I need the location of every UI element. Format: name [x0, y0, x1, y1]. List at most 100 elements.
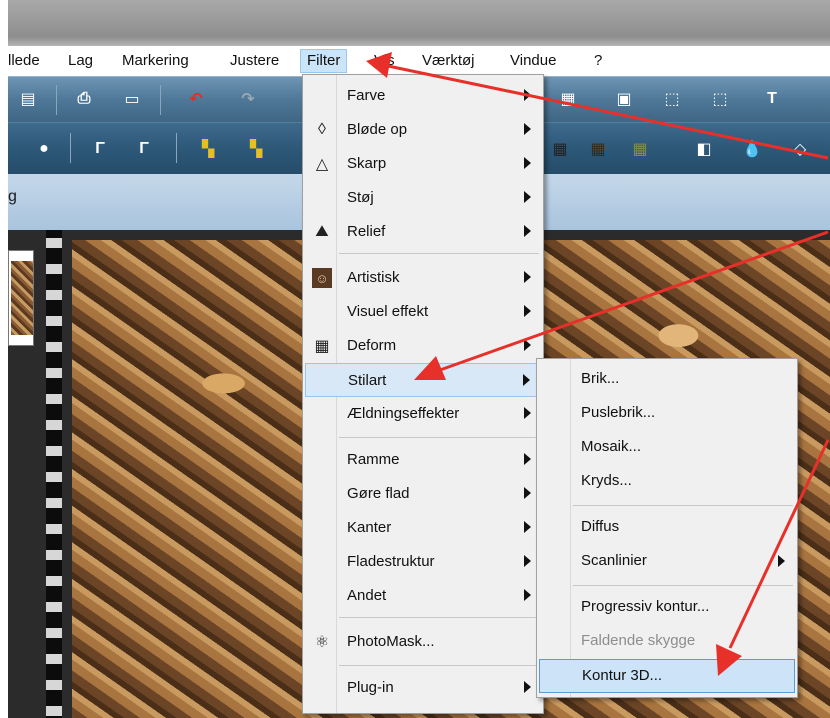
menu-selection[interactable]: Markering	[122, 50, 189, 72]
menu-item-label: Ældningseffekter	[347, 405, 460, 422]
contrast-icon[interactable]: ◧	[692, 137, 716, 161]
filter-item-surface-texture[interactable]: Fladestruktur	[305, 545, 541, 579]
submenu-arrow-icon	[524, 487, 531, 499]
style-item-puzzle[interactable]: Puslebrik...	[539, 397, 795, 431]
menu-item-label: Kanter	[347, 519, 392, 536]
submenu-arrow-icon	[524, 339, 531, 351]
photomask-icon: ⚛	[314, 634, 330, 651]
style-submenu: Brik... Puslebrik... Mosaik... Kryds... …	[536, 358, 798, 698]
text-icon[interactable]: T	[760, 87, 784, 111]
submenu-arrow-icon	[778, 555, 785, 567]
menu-item-label: Scanlinier	[581, 552, 647, 569]
menu-help[interactable]: ?	[594, 50, 602, 72]
filter-item-blur[interactable]: ◊ Bløde op	[305, 113, 541, 147]
filter-item-deform[interactable]: ▦ Deform	[305, 329, 541, 363]
filter-item-other[interactable]: Andet	[305, 579, 541, 613]
toolbar-separator	[176, 133, 177, 163]
filter-item-photomask[interactable]: ⚛ PhotoMask...	[305, 625, 541, 659]
texture-icon[interactable]: ▦	[628, 137, 652, 161]
menu-item-label: Diffus	[581, 518, 620, 535]
filter-item-frame[interactable]: Ramme	[305, 443, 541, 477]
style-item-contour-3d[interactable]: Kontur 3D...	[539, 659, 795, 693]
drop-icon[interactable]: 💧	[740, 137, 764, 161]
filter-item-aging[interactable]: Ældningseffekter	[305, 397, 541, 431]
menu-item-label: Støj	[347, 189, 374, 206]
menu-separator	[339, 665, 539, 666]
menu-filter[interactable]: Filter	[300, 49, 348, 73]
menu-adjust[interactable]: Justere	[230, 50, 279, 72]
menu-image[interactable]: llede	[8, 50, 40, 72]
title-bar	[8, 0, 830, 46]
style-item-mosaic[interactable]: Mosaik...	[539, 431, 795, 465]
menu-layer[interactable]: Lag	[68, 50, 93, 72]
menu-item-label: Kryds...	[581, 472, 632, 489]
scan-icon[interactable]: ▭	[120, 87, 144, 111]
filter-item-style[interactable]: Stilart	[305, 363, 541, 397]
brush-plus-icon[interactable]: ●	[32, 137, 56, 161]
grid-warp-icon: ▦	[314, 338, 330, 355]
submenu-arrow-icon	[524, 271, 531, 283]
undo-icon[interactable]: ↶	[184, 87, 208, 111]
style-item-progressive-contour[interactable]: Progressiv kontur...	[539, 591, 795, 625]
menu-item-label: Andet	[347, 587, 387, 604]
style-item-brick[interactable]: Brik...	[539, 363, 795, 397]
submenu-arrow-icon	[524, 157, 531, 169]
layer-thumbnail[interactable]	[8, 250, 34, 346]
mosaic-icon[interactable]: ▦	[548, 137, 572, 161]
style-item-drop-shadow: Faldende skygge	[539, 625, 795, 659]
submenu-arrow-icon	[524, 305, 531, 317]
menu-tools[interactable]: Værktøj	[422, 50, 475, 72]
filter-item-edges[interactable]: Kanter	[305, 511, 541, 545]
filter-item-artistic[interactable]: ☺ Artistisk	[305, 261, 541, 295]
style-item-cross[interactable]: Kryds...	[539, 465, 795, 499]
redo-icon[interactable]: ↷	[236, 87, 260, 111]
submenu-arrow-icon	[524, 555, 531, 567]
export-icon[interactable]: ▣	[612, 87, 636, 111]
document-title[interactable]: g	[8, 188, 17, 206]
submenu-arrow-icon	[524, 453, 531, 465]
color-minus-icon[interactable]: ▚	[196, 137, 220, 161]
menu-item-label: Fladestruktur	[347, 553, 435, 570]
submenu-arrow-icon	[524, 589, 531, 601]
filter-item-color[interactable]: Farve	[305, 79, 541, 113]
submenu-arrow-icon	[524, 407, 531, 419]
menu-item-label: Gøre flad	[347, 485, 410, 502]
submenu-arrow-icon	[524, 123, 531, 135]
print-icon[interactable]: ⎙	[72, 87, 96, 111]
filter-item-visual-effect[interactable]: Visuel effekt	[305, 295, 541, 329]
menu-view[interactable]: Vis	[374, 50, 395, 72]
menu-item-label: Bløde op	[347, 121, 408, 138]
open-icon[interactable]: ▤	[16, 87, 40, 111]
menu-separator	[339, 437, 539, 438]
menu-item-label: PhotoMask...	[347, 633, 435, 650]
color-plus-icon[interactable]: ▚	[244, 137, 268, 161]
select-icon[interactable]: ⬚	[708, 87, 732, 111]
crop-icon[interactable]: ⬚	[660, 87, 684, 111]
drop-outline-icon[interactable]: ◇	[788, 137, 812, 161]
filter-item-flatten[interactable]: Gøre flad	[305, 477, 541, 511]
batch-icon[interactable]: ▦	[556, 87, 580, 111]
gamma-minus-icon[interactable]: Γ	[88, 137, 112, 161]
menu-window[interactable]: Vindue	[510, 50, 556, 72]
filter-item-plugin[interactable]: Plug-in	[305, 671, 541, 705]
filter-item-sharpen[interactable]: △ Skarp	[305, 147, 541, 181]
film-strip	[46, 230, 62, 718]
submenu-arrow-icon	[524, 225, 531, 237]
style-item-scanlines[interactable]: Scanlinier	[539, 545, 795, 579]
submenu-arrow-icon	[524, 681, 531, 693]
menu-separator	[573, 585, 793, 586]
menu-item-label: Plug-in	[347, 679, 394, 696]
menu-item-label: Mosaik...	[581, 438, 642, 455]
menu-item-label: Brik...	[581, 370, 620, 387]
filter-item-noise[interactable]: Støj	[305, 181, 541, 215]
toolbar-separator	[56, 85, 57, 115]
menu-item-label: Faldende skygge	[581, 632, 696, 649]
relief-icon: ⛰	[315, 223, 329, 240]
gamma-plus-icon[interactable]: Γ	[132, 137, 156, 161]
style-item-diffuse[interactable]: Diffus	[539, 511, 795, 545]
submenu-arrow-icon	[524, 191, 531, 203]
filter-item-relief[interactable]: ⛰ Relief	[305, 215, 541, 249]
submenu-arrow-icon	[523, 374, 530, 386]
menu-item-label: Stilart	[348, 372, 387, 389]
tile-icon[interactable]: ▦	[586, 137, 610, 161]
